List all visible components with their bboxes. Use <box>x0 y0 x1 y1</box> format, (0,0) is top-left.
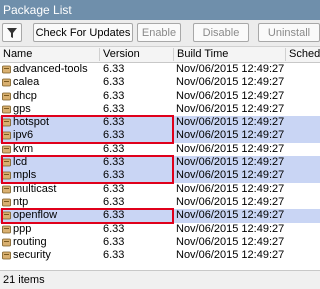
table-row[interactable]: ipv6 6.33 Nov/06/2015 12:49:27 <box>0 129 320 143</box>
disable-button[interactable]: Disable <box>193 23 249 42</box>
table-row[interactable]: hotspot 6.33 Nov/06/2015 12:49:27 <box>0 116 320 130</box>
package-build-time: Nov/06/2015 12:49:27 <box>176 222 285 235</box>
package-build-time: Nov/06/2015 12:49:27 <box>176 182 285 195</box>
status-bar: 21 items <box>0 270 320 289</box>
filter-button[interactable] <box>2 23 22 42</box>
filter-icon <box>7 27 17 38</box>
package-name: advanced-tools <box>13 63 88 75</box>
package-version: 6.33 <box>103 142 125 155</box>
package-icon <box>2 171 11 180</box>
package-name: ipv6 <box>13 129 34 142</box>
column-header-version[interactable]: Version <box>100 48 174 61</box>
package-version: 6.33 <box>103 169 125 182</box>
column-header-build-time[interactable]: Build Time <box>174 48 286 61</box>
package-build-time: Nov/06/2015 12:49:27 <box>176 156 285 169</box>
table-header: Name Version Build Time Schedule <box>0 47 320 63</box>
package-icon <box>2 251 11 260</box>
package-build-time: Nov/06/2015 12:49:27 <box>176 249 285 262</box>
package-version: 6.33 <box>103 209 125 222</box>
window-title: Package List <box>3 3 72 17</box>
package-build-time: Nov/06/2015 12:49:27 <box>176 209 285 222</box>
table-row[interactable]: ntp 6.33 Nov/06/2015 12:49:27 <box>0 196 320 209</box>
package-build-time: Nov/06/2015 12:49:27 <box>176 116 285 129</box>
package-icon <box>2 238 11 247</box>
package-version: 6.33 <box>103 222 125 235</box>
package-icon <box>2 225 11 233</box>
package-name: kvm <box>13 142 34 155</box>
table-row[interactable]: openflow 6.33 Nov/06/2015 12:49:27 <box>0 209 320 223</box>
package-name: hotspot <box>13 116 50 129</box>
enable-button[interactable]: Enable <box>137 23 181 42</box>
package-build-time: Nov/06/2015 12:49:27 <box>176 76 285 89</box>
package-version: 6.33 <box>103 102 125 115</box>
package-build-time: Nov/06/2015 12:49:27 <box>176 63 285 75</box>
package-name: multicast <box>13 182 57 195</box>
package-icon <box>2 65 11 74</box>
package-version: 6.33 <box>103 89 125 102</box>
column-header-scheduled[interactable]: Schedule <box>286 48 320 61</box>
package-version: 6.33 <box>103 63 125 75</box>
item-count: 21 items <box>3 274 45 286</box>
package-version: 6.33 <box>103 156 125 169</box>
package-build-time: Nov/06/2015 12:49:27 <box>176 235 285 248</box>
package-icon <box>2 118 11 127</box>
package-icon <box>2 198 11 207</box>
table-row[interactable]: ppp 6.33 Nov/06/2015 12:49:27 <box>0 223 320 236</box>
check-for-updates-button[interactable]: Check For Updates <box>33 23 133 42</box>
package-version: 6.33 <box>103 116 125 129</box>
package-name: lcd <box>13 156 28 169</box>
package-icon <box>2 185 11 194</box>
package-name: gps <box>13 102 31 115</box>
package-list-window: Package List Check For Updates Enable Di… <box>0 0 320 289</box>
package-version: 6.33 <box>103 76 125 89</box>
package-name: mpls <box>13 169 37 182</box>
title-bar: Package List <box>0 0 320 20</box>
package-build-time: Nov/06/2015 12:49:27 <box>176 142 285 155</box>
package-version: 6.33 <box>103 129 125 142</box>
package-icon <box>2 145 11 154</box>
table-row[interactable]: dhcp 6.33 Nov/06/2015 12:49:27 <box>0 90 320 103</box>
table-row[interactable]: gps 6.33 Nov/06/2015 12:49:27 <box>0 103 320 116</box>
table-body: advanced-tools 6.33 Nov/06/2015 12:49:27 ca… <box>0 63 320 262</box>
table-row[interactable]: calea 6.33 Nov/06/2015 12:49:27 <box>0 76 320 89</box>
package-icon <box>2 158 11 167</box>
table-row[interactable]: routing 6.33 Nov/06/2015 12:49:27 <box>0 236 320 249</box>
package-build-time: Nov/06/2015 12:49:27 <box>176 89 285 102</box>
package-name: security <box>13 249 51 262</box>
package-name: ppp <box>13 222 32 235</box>
package-version: 6.33 <box>103 235 125 248</box>
package-icon <box>2 105 11 114</box>
package-name: ntp <box>13 195 29 208</box>
package-name: dhcp <box>13 89 37 102</box>
package-build-time: Nov/06/2015 12:49:27 <box>176 102 285 115</box>
package-table: Name Version Build Time Schedule advance… <box>0 47 320 270</box>
table-row[interactable]: lcd 6.33 Nov/06/2015 12:49:27 <box>0 156 320 170</box>
package-build-time: Nov/06/2015 12:49:27 <box>176 169 285 182</box>
table-row[interactable]: multicast 6.33 Nov/06/2015 12:49:27 <box>0 183 320 196</box>
table-row[interactable]: kvm 6.33 Nov/06/2015 12:49:27 <box>0 143 320 156</box>
table-row[interactable]: advanced-tools 6.33 Nov/06/2015 12:49:27 <box>0 63 320 76</box>
package-version: 6.33 <box>103 249 125 262</box>
package-build-time: Nov/06/2015 12:49:27 <box>176 195 285 208</box>
table-row[interactable]: security 6.33 Nov/06/2015 12:49:27 <box>0 249 320 262</box>
package-icon <box>2 92 11 100</box>
package-name: openflow <box>13 209 58 222</box>
package-version: 6.33 <box>103 182 125 195</box>
package-name: calea <box>13 76 40 89</box>
package-icon <box>2 211 11 220</box>
package-version: 6.33 <box>103 195 125 208</box>
table-row[interactable]: mpls 6.33 Nov/06/2015 12:49:27 <box>0 169 320 183</box>
package-name: routing <box>13 235 47 248</box>
package-icon <box>2 132 11 140</box>
uninstall-button[interactable]: Uninstall <box>258 23 320 42</box>
column-header-name[interactable]: Name <box>0 48 100 61</box>
package-icon <box>2 78 11 87</box>
toolbar: Check For Updates Enable Disable Uninsta… <box>0 20 320 47</box>
package-build-time: Nov/06/2015 12:49:27 <box>176 129 285 142</box>
